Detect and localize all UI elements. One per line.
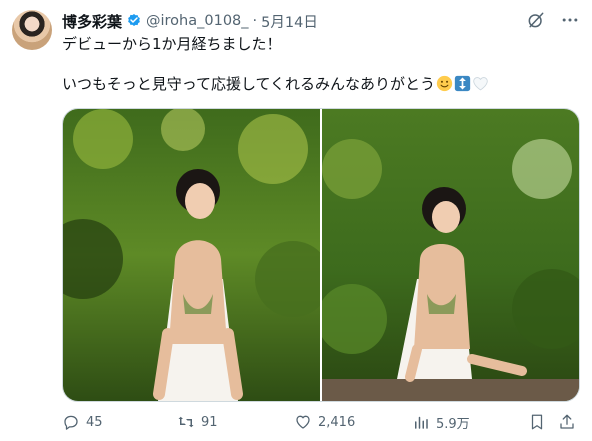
tweet-text-line-2: いつもそっと見守って応援してくれるみんなありがとう <box>62 74 572 94</box>
up-down-arrow-emoji <box>454 75 471 92</box>
verified-badge-icon <box>126 13 142 29</box>
reply-icon <box>64 415 78 430</box>
views-count: 5.9万 <box>436 416 470 432</box>
repost-icon <box>178 416 194 428</box>
reply-button[interactable]: 45 <box>62 412 103 432</box>
media-grid <box>62 108 580 402</box>
views-button[interactable]: 5.9万 <box>412 412 470 432</box>
like-count: 2,416 <box>318 414 356 430</box>
like-button[interactable]: 2,416 <box>294 412 355 432</box>
tweet-text: デビューから1か月経ちました！ いつもそっと見守って応援してくれるみんなありがと… <box>62 34 572 94</box>
white-heart-emoji <box>472 75 489 92</box>
tweet-actions: 45 91 2,416 5.9万 <box>62 412 578 432</box>
tweet-text-line-2-text: いつもそっと見守って応援してくれるみんなありがとう <box>62 75 436 93</box>
repost-count: 91 <box>201 414 218 430</box>
slightly-smiling-face-emoji <box>436 75 453 92</box>
avatar[interactable] <box>12 10 52 50</box>
separator-dot: · <box>252 13 258 29</box>
heart-icon <box>296 415 310 429</box>
tweet-header: 博多彩葉 @iroha_0108_ · 5月14日 <box>62 10 318 32</box>
grok-icon[interactable] <box>526 10 546 30</box>
tweet-text-line-1: デビューから1か月経ちました！ <box>62 35 282 53</box>
repost-button[interactable]: 91 <box>177 412 218 432</box>
bookmark-icon <box>531 414 543 430</box>
photo-2[interactable] <box>322 109 579 401</box>
author-handle[interactable]: @iroha_0108_ <box>146 13 249 29</box>
author-name[interactable]: 博多彩葉 <box>62 11 122 32</box>
share-button[interactable] <box>558 412 576 432</box>
views-chart-icon <box>415 416 428 429</box>
share-icon <box>560 414 574 429</box>
tweet-date[interactable]: 5月14日 <box>261 11 318 32</box>
reply-count: 45 <box>86 414 103 430</box>
photo-1[interactable] <box>63 109 320 401</box>
bookmark-button[interactable] <box>528 412 546 432</box>
more-icon[interactable] <box>560 10 580 30</box>
